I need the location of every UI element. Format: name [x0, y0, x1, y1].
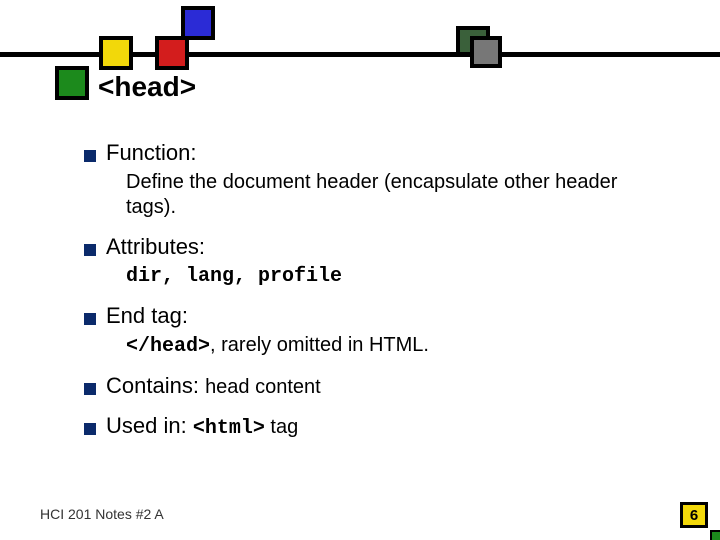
- footer-note: HCI 201 Notes #2 A: [40, 506, 164, 522]
- page-number: 6: [690, 507, 698, 524]
- item-label: Function:: [106, 140, 197, 166]
- item-contains: Contains: head content: [84, 373, 664, 399]
- item-label: Used in:: [106, 413, 193, 438]
- bullet-icon: [84, 313, 96, 325]
- item-used-in: Used in: <html> tag: [84, 413, 664, 440]
- item-body: head content: [205, 376, 321, 398]
- deco-square-gray: [470, 36, 502, 68]
- bullet-icon: [84, 383, 96, 395]
- text-rest: tag: [265, 416, 298, 438]
- item-body: dir, lang, profile: [126, 264, 664, 289]
- deco-square-blue: [181, 6, 215, 40]
- item-body: Define the document header (encapsulate …: [126, 170, 664, 220]
- bullet-icon: [84, 244, 96, 256]
- deco-square-red: [155, 36, 189, 70]
- item-end-tag: End tag: </head>, rarely omitted in HTML…: [84, 303, 664, 359]
- item-attributes: Attributes: dir, lang, profile: [84, 234, 664, 289]
- item-label: Attributes:: [106, 234, 205, 260]
- item-body: </head>, rarely omitted in HTML.: [126, 333, 664, 359]
- page-number-badge: 6: [680, 502, 708, 528]
- deco-square-green: [55, 66, 89, 100]
- text-rest: , rarely omitted in HTML.: [210, 334, 429, 356]
- slide-body: Function: Define the document header (en…: [84, 140, 664, 454]
- item-label: End tag:: [106, 303, 188, 329]
- slide-title: <head>: [98, 71, 196, 103]
- item-function: Function: Define the document header (en…: [84, 140, 664, 220]
- bullet-icon: [84, 423, 96, 435]
- bullet-icon: [84, 150, 96, 162]
- code-snippet: <html>: [193, 417, 265, 440]
- deco-square-yellow: [99, 36, 133, 70]
- item-label: Contains:: [106, 373, 205, 398]
- deco-corner-green: [710, 530, 720, 540]
- code-snippet: </head>: [126, 335, 210, 358]
